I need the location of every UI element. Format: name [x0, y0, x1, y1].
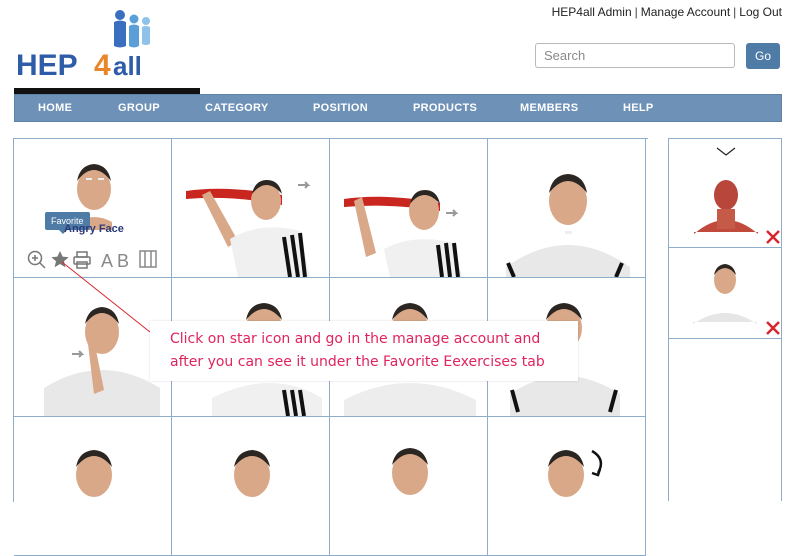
selected-exercise[interactable] [669, 139, 781, 248]
callout-line-1: Click on star icon and go in the manage … [170, 331, 541, 347]
instruction-callout: Click on star icon and go in the manage … [150, 321, 578, 381]
remove-x-icon[interactable] [765, 229, 781, 245]
callout-line-2: after you can see it under the Favorite … [170, 354, 545, 370]
chevron-down-icon [716, 147, 736, 156]
selected-exercise[interactable] [669, 248, 781, 339]
selected-exercises-panel [668, 138, 782, 501]
remove-x-icon[interactable] [765, 320, 781, 336]
